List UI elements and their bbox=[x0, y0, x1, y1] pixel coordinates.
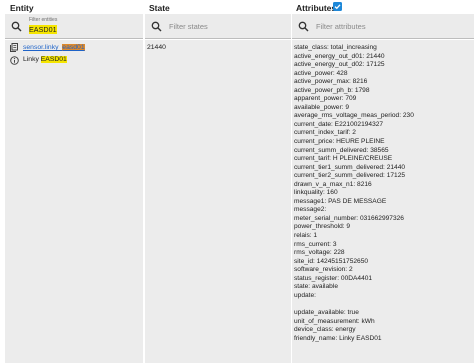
attribute-line: update: bbox=[294, 291, 316, 299]
attributes-filter-placeholder: Filter attributes bbox=[316, 22, 366, 31]
attribute-line: current_tarif: H PLEINE/CREUSE bbox=[294, 155, 393, 163]
attribute-line: friendly_name: Linky EASD01 bbox=[294, 334, 382, 342]
attribute-line: current_tier2_summ_delivered: 17125 bbox=[294, 172, 406, 180]
attribute-line: linkquality: 160 bbox=[294, 189, 338, 197]
search-icon bbox=[298, 21, 309, 32]
attribute-line: active_power_ph_b: 1798 bbox=[294, 86, 370, 94]
column-header-state: State bbox=[145, 0, 292, 14]
attribute-line: state_class: total_increasing bbox=[294, 44, 377, 51]
entity-id-link[interactable]: sensor.linky_easd01 bbox=[23, 44, 85, 51]
entity-id-prefix: sensor.linky_ bbox=[23, 44, 63, 51]
attribute-line: drawn_v_a_max_n1: 8216 bbox=[294, 180, 372, 188]
attribute-line: rms_voltage: 228 bbox=[294, 249, 345, 257]
attribute-line: active_power_max: 8216 bbox=[294, 78, 368, 86]
attribute-line: average_rms_voltage_meas_period: 230 bbox=[294, 112, 414, 120]
state-filter-placeholder: Filter states bbox=[169, 22, 208, 31]
state-filter-field[interactable]: Filter states bbox=[145, 14, 291, 39]
attribute-line: unit_of_measurement: kWh bbox=[294, 317, 375, 325]
entity-filter-label: Filter entities bbox=[29, 17, 58, 23]
attribute-line: active_power: 428 bbox=[294, 69, 348, 77]
attribute-line bbox=[294, 300, 414, 309]
entity-id-highlight: easd01 bbox=[62, 44, 85, 51]
state-column-body bbox=[145, 40, 291, 363]
attribute-line: current_index_tarif: 2 bbox=[294, 129, 356, 137]
attribute-line: message2: bbox=[294, 206, 327, 214]
column-header-attributes: Attributes bbox=[292, 0, 474, 14]
attribute-line: device_class: energy bbox=[294, 326, 356, 334]
attribute-line: active_energy_out_d02: 17125 bbox=[294, 61, 385, 69]
state-value: 21440 bbox=[147, 44, 166, 51]
attribute-line: current_date: E221002194327 bbox=[294, 120, 384, 128]
info-icon[interactable] bbox=[10, 56, 19, 65]
attribute-line: message1: PAS DE MESSAGE bbox=[294, 197, 387, 205]
entity-column-body bbox=[5, 40, 143, 363]
attribute-line: state: available bbox=[294, 283, 338, 291]
attribute-line: update_available: true bbox=[294, 308, 359, 316]
attributes-list: state_class: total_increasing active_ener… bbox=[294, 44, 414, 343]
attribute-line: rms_current: 3 bbox=[294, 240, 337, 248]
search-icon bbox=[11, 21, 22, 32]
attribute-line: current_price: HEURE PLEINE bbox=[294, 138, 385, 146]
checkbox-checked-icon bbox=[334, 4, 341, 10]
search-icon bbox=[151, 21, 162, 32]
column-header-entity: Entity bbox=[0, 0, 145, 14]
entity-filter-value[interactable]: EASD01 bbox=[29, 25, 57, 34]
attribute-line: apparent_power: 709 bbox=[294, 95, 357, 103]
entity-friendly-name: Linky EASD01 bbox=[23, 56, 67, 63]
attributes-toggle-checkbox[interactable] bbox=[333, 2, 342, 11]
attribute-line: site_id: 14245151752650 bbox=[294, 257, 369, 265]
attribute-line: relais: 1 bbox=[294, 232, 318, 240]
attribute-line: current_tier1_summ_delivered: 21440 bbox=[294, 163, 406, 171]
entity-name-prefix: Linky bbox=[23, 56, 41, 63]
entity-list-icon[interactable] bbox=[10, 43, 18, 52]
attribute-line: status_register: 00DA4401 bbox=[294, 274, 373, 282]
attribute-line: software_revision: 2 bbox=[294, 266, 353, 274]
entity-header-label: Entity bbox=[10, 3, 34, 13]
attributes-filter-field[interactable]: Filter attributes bbox=[292, 14, 474, 39]
attribute-line: active_energy_out_d01: 21440 bbox=[294, 52, 385, 60]
entity-filter-field[interactable]: Filter entities EASD01 bbox=[5, 14, 143, 39]
attribute-line: meter_serial_number: 031662997326 bbox=[294, 214, 404, 222]
attributes-header-label: Attributes bbox=[296, 3, 337, 13]
attribute-line: available_power: 9 bbox=[294, 103, 349, 111]
entity-filter-value-text: EASD01 bbox=[29, 25, 57, 34]
entity-name-highlight: EASD01 bbox=[40, 56, 67, 63]
attribute-line: current_summ_delivered: 38565 bbox=[294, 146, 389, 154]
attribute-line: power_threshold: 9 bbox=[294, 223, 351, 231]
state-header-label: State bbox=[149, 3, 170, 13]
